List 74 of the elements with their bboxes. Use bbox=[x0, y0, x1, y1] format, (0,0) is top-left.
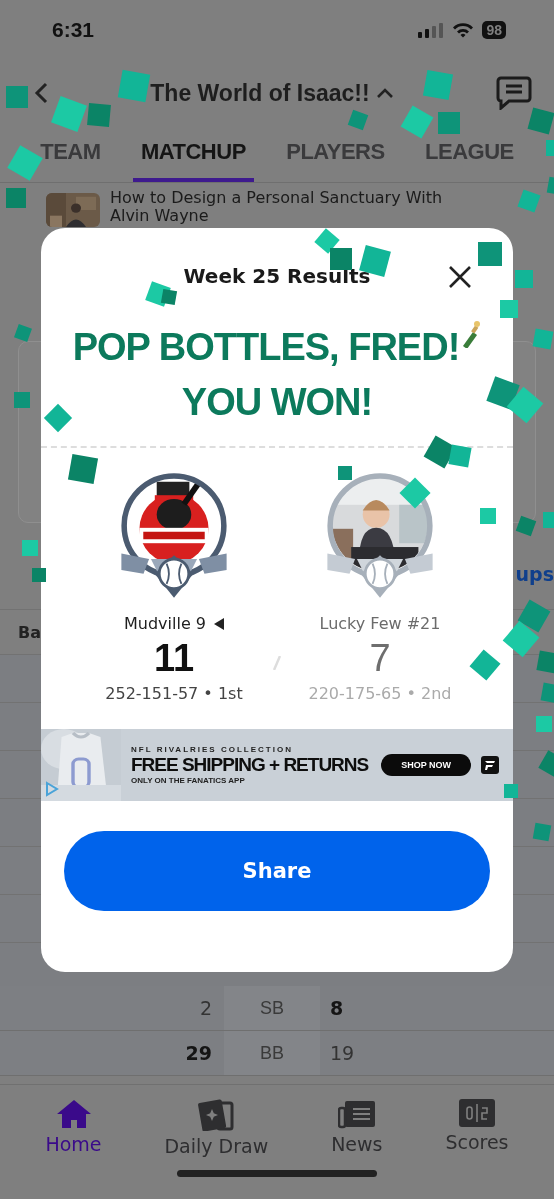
article-title[interactable]: How to Design a Personal Sanctuary With Alvin Wayne bbox=[110, 189, 474, 225]
confetti bbox=[500, 300, 518, 318]
team-score: 11 bbox=[153, 637, 195, 680]
dialog-title: Week 25 Results bbox=[183, 264, 371, 288]
win-headline: YOU WON! bbox=[181, 380, 373, 425]
nav-tab[interactable]: Daily Draw bbox=[160, 1099, 273, 1170]
wifi-icon bbox=[452, 22, 475, 38]
ad-subline: ONLY ON THE FANATICS APP bbox=[131, 776, 246, 785]
confetti bbox=[546, 140, 554, 156]
back-icon[interactable] bbox=[34, 82, 48, 104]
confetti bbox=[540, 682, 554, 704]
confetti bbox=[543, 512, 554, 528]
confetti bbox=[536, 716, 552, 732]
win-headline: POP BOTTLES, FRED! bbox=[72, 325, 460, 370]
battery-level: 98 bbox=[482, 21, 506, 39]
caret-icon[interactable] bbox=[375, 87, 394, 99]
league-title[interactable]: The World of Isaac!! bbox=[150, 79, 370, 107]
team-record: 252-151-57 • 1st bbox=[105, 684, 243, 703]
nav-tab[interactable]: Home bbox=[41, 1099, 106, 1170]
shop-now-button[interactable]: SHOP NOW bbox=[381, 754, 471, 776]
confetti bbox=[422, 69, 454, 101]
tab[interactable]: TEAM bbox=[32, 126, 109, 182]
confetti bbox=[67, 453, 99, 485]
stat-value: 19 bbox=[329, 1042, 356, 1064]
stat-value: 2 bbox=[198, 997, 213, 1019]
team-record: 220-175-65 • 2nd bbox=[308, 684, 452, 703]
share-button[interactable]: Share bbox=[64, 831, 490, 911]
stat-label: BB bbox=[224, 1031, 320, 1075]
nav-tab[interactable]: Scores bbox=[441, 1099, 513, 1170]
confetti bbox=[330, 248, 352, 270]
confetti bbox=[22, 540, 38, 556]
confetti bbox=[527, 107, 554, 135]
close-icon[interactable] bbox=[447, 264, 473, 290]
ad-banner[interactable]: NFL RIVALRIES COLLECTION FREE SHIPPING + RETURNS ONLY ON THE FANATICS APP SHOP NOW bbox=[41, 729, 513, 801]
stat-value: 29 bbox=[184, 1042, 213, 1064]
team-name: Lucky Few #21 bbox=[319, 614, 441, 633]
confetti bbox=[438, 112, 460, 134]
confetti bbox=[14, 392, 30, 408]
status-time: 6:31 bbox=[52, 18, 95, 42]
team-score: 7 bbox=[369, 637, 391, 680]
stat-value: 8 bbox=[329, 997, 345, 1019]
tab[interactable]: MATCHUP bbox=[132, 126, 254, 182]
card-icon bbox=[198, 1099, 235, 1131]
confetti bbox=[6, 86, 28, 108]
confetti bbox=[14, 324, 32, 342]
divider-mark bbox=[273, 656, 281, 670]
lineups-link[interactable]: ups bbox=[515, 563, 554, 589]
confetti bbox=[532, 822, 552, 842]
stat-label: SB bbox=[224, 986, 320, 1030]
tab[interactable]: LEAGUE bbox=[417, 126, 522, 182]
scoreboard-icon bbox=[458, 1099, 495, 1127]
confetti bbox=[546, 176, 554, 196]
confetti bbox=[478, 242, 502, 266]
confetti bbox=[532, 328, 554, 350]
confetti bbox=[32, 568, 46, 582]
confetti bbox=[338, 466, 352, 480]
team-name: Mudville 9 bbox=[124, 614, 206, 633]
signal-icon bbox=[418, 22, 445, 38]
confetti bbox=[515, 515, 537, 537]
newspaper-icon bbox=[337, 1099, 376, 1129]
ad-headline: FREE SHIPPING + RETURNS bbox=[131, 754, 370, 776]
brand-icon bbox=[481, 756, 499, 774]
tab[interactable]: PLAYERS bbox=[278, 126, 393, 182]
confetti bbox=[6, 188, 26, 208]
home-icon bbox=[55, 1099, 92, 1129]
nav-tab[interactable]: News bbox=[327, 1099, 387, 1170]
confetti bbox=[117, 69, 151, 103]
confetti bbox=[515, 270, 533, 288]
confetti bbox=[448, 444, 472, 468]
confetti bbox=[504, 784, 518, 798]
section-label: Ba bbox=[18, 622, 41, 642]
chat-icon[interactable] bbox=[496, 76, 532, 110]
confetti bbox=[480, 508, 496, 524]
ad-eyebrow: NFL RIVALRIES COLLECTION bbox=[131, 745, 294, 754]
